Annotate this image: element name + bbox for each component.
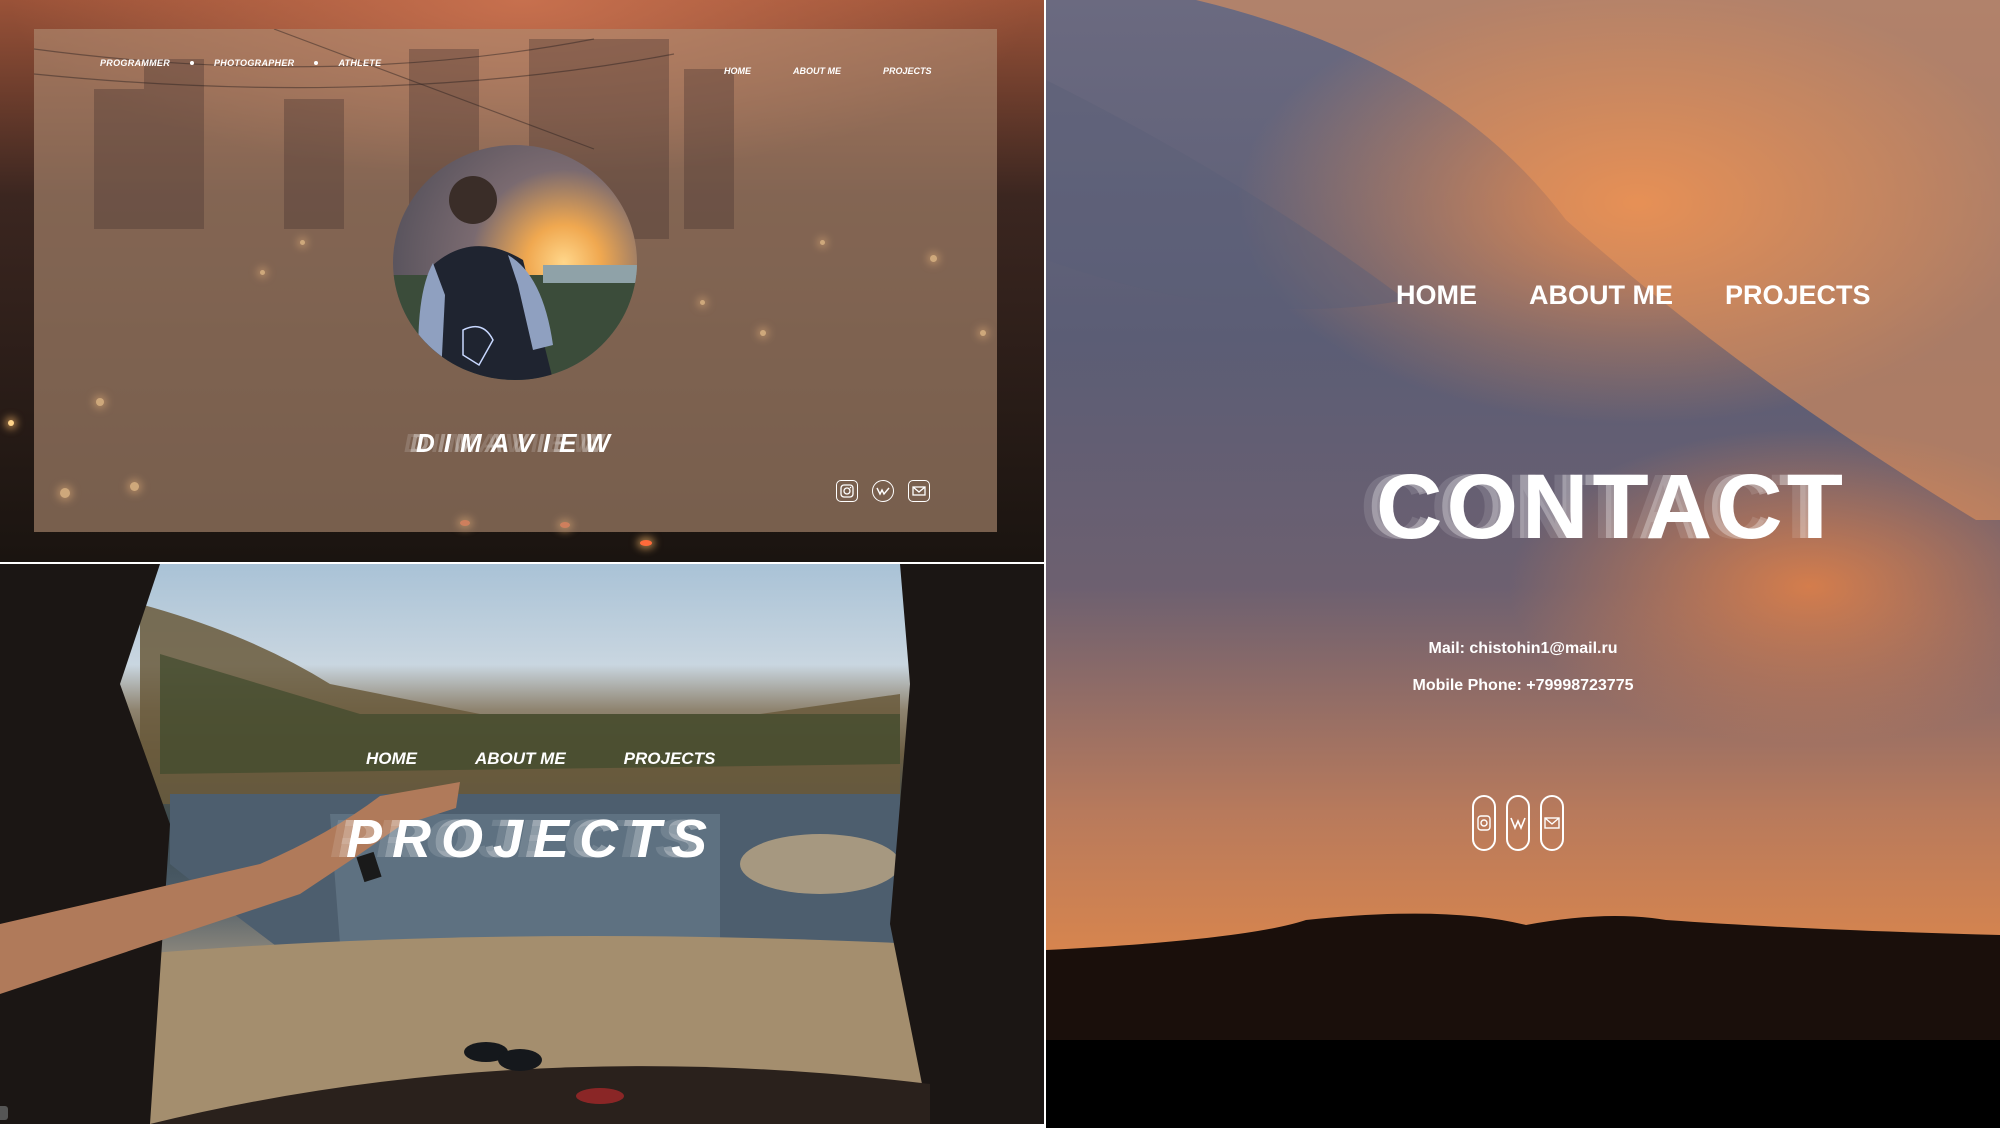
mail-icon[interactable]: [1540, 795, 1564, 851]
tagline-item: PROGRAMMER: [100, 58, 170, 68]
instagram-icon[interactable]: [1472, 795, 1496, 851]
tagline: PROGRAMMER PHOTOGRAPHER ATHLETE: [100, 58, 381, 68]
contact-title: CONTACT: [1376, 456, 1847, 558]
phone-text[interactable]: Mobile Phone: +79998723775: [1046, 677, 2000, 695]
projects-nav: HOME ABOUT ME PROJECTS: [366, 749, 715, 769]
separator-dot: [314, 61, 319, 65]
avatar: [393, 145, 637, 380]
home-nav: HOME ABOUT ME PROJECTS: [724, 66, 932, 76]
instagram-icon[interactable]: [836, 480, 858, 502]
separator-dot: [190, 61, 194, 65]
projects-screen: HOME ABOUT ME PROJECTS PROJECTS: [0, 564, 1044, 1124]
sunset-photo: [1046, 0, 2000, 1128]
nav-about-link[interactable]: ABOUT ME: [1529, 280, 1673, 311]
nav-projects-link[interactable]: PROJECTS: [1725, 280, 1871, 311]
tagline-item: ATHLETE: [338, 58, 382, 68]
home-screen: PROGRAMMER PHOTOGRAPHER ATHLETE HOME ABO…: [0, 0, 1044, 562]
page-indicator[interactable]: [0, 1106, 8, 1120]
person-photo: [393, 176, 637, 380]
contact-nav: HOME ABOUT ME PROJECTS: [1396, 280, 1871, 311]
nav-home-link[interactable]: HOME: [366, 749, 417, 769]
vk-icon[interactable]: [872, 480, 894, 502]
vk-icon[interactable]: [1506, 795, 1530, 851]
contact-screen: HOME ABOUT ME PROJECTS CONTACT Mail: chi…: [1046, 0, 2000, 1128]
projects-title: PROJECTS: [346, 809, 718, 869]
nav-projects-link[interactable]: PROJECTS: [883, 66, 932, 76]
email-text[interactable]: Mail: chistohin1@mail.ru: [1046, 640, 2000, 658]
social-links: [836, 480, 930, 502]
nav-about-link[interactable]: ABOUT ME: [475, 749, 566, 769]
nav-about-link[interactable]: ABOUT ME: [793, 66, 841, 76]
social-links: [1472, 795, 1564, 851]
nav-projects-link[interactable]: PROJECTS: [624, 749, 716, 769]
mail-icon[interactable]: [908, 480, 930, 502]
nav-home-link[interactable]: HOME: [1396, 280, 1477, 311]
nav-home-link[interactable]: HOME: [724, 66, 751, 76]
brand-logo: DIMAVIEW: [416, 428, 619, 458]
tagline-item: PHOTOGRAPHER: [214, 58, 295, 68]
